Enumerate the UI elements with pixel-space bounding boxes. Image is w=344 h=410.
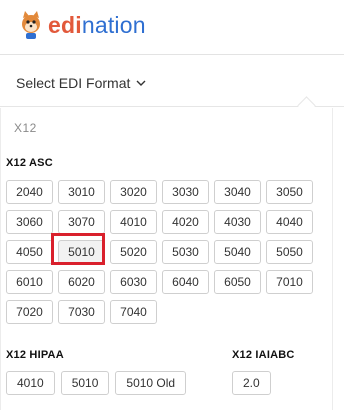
- group-title-x12-asc: X12 ASC: [6, 157, 53, 169]
- x12-hipaa-version-button[interactable]: 4010: [6, 371, 55, 395]
- x12-asc-version-button[interactable]: 5020: [110, 240, 157, 264]
- brand-edi-text: edi: [48, 12, 82, 38]
- brand-nation-text: nation: [81, 12, 146, 38]
- select-edi-format-dropdown[interactable]: Select EDI Format: [16, 72, 146, 94]
- x12-asc-version-button[interactable]: 6010: [6, 270, 53, 294]
- x12-asc-version-button[interactable]: 7010: [266, 270, 313, 294]
- x12-asc-version-button[interactable]: 2040: [6, 180, 53, 204]
- x12-asc-version-button[interactable]: 3010: [58, 180, 105, 204]
- x12-asc-version-button[interactable]: 6030: [110, 270, 157, 294]
- x12-asc-version-button[interactable]: 6050: [214, 270, 261, 294]
- section-label-x12: X12: [14, 121, 37, 135]
- x12-hipaa-version-button[interactable]: 5010 Old: [115, 371, 187, 395]
- x12-asc-version-button[interactable]: 4050: [6, 240, 53, 264]
- panel-right-border: [332, 108, 333, 410]
- x12-asc-version-button[interactable]: 5030: [162, 240, 209, 264]
- x12-asc-version-button[interactable]: 3050: [266, 180, 313, 204]
- group-title-x12-hipaa: X12 HIPAA: [6, 349, 64, 361]
- app-header: edination: [0, 0, 344, 55]
- x12-asc-version-button[interactable]: 4020: [162, 210, 209, 234]
- fox-mascot-icon: [22, 11, 40, 39]
- x12-asc-version-button[interactable]: 3070: [58, 210, 105, 234]
- x12-asc-version-button[interactable]: 5050: [266, 240, 313, 264]
- select-edi-format-label: Select EDI Format: [16, 75, 131, 91]
- x12-asc-version-button[interactable]: 6040: [162, 270, 209, 294]
- x12-iaiabc-version-button[interactable]: 2.0: [232, 371, 271, 395]
- x12-asc-version-button[interactable]: 4040: [266, 210, 313, 234]
- x12-asc-version-button[interactable]: 7030: [58, 300, 105, 324]
- dropdown-pointer: [297, 96, 316, 115]
- x12-asc-version-button[interactable]: 7020: [6, 300, 53, 324]
- x12-hipaa-version-button[interactable]: 5010: [60, 371, 110, 395]
- x12-asc-version-button[interactable]: 3020: [110, 180, 157, 204]
- x12-asc-version-button[interactable]: 5010: [58, 240, 105, 264]
- x12-iaiabc-version-row: 2.0: [232, 371, 271, 395]
- x12-asc-version-button[interactable]: 3040: [214, 180, 261, 204]
- chevron-down-icon: [136, 80, 146, 86]
- x12-hipaa-version-row: 4010 5010 5010 Old: [6, 371, 187, 395]
- x12-asc-version-button[interactable]: 4030: [214, 210, 261, 234]
- dropdown-divider: [0, 106, 344, 107]
- x12-asc-version-button[interactable]: 4010: [110, 210, 157, 234]
- group-title-x12-iaiabc: X12 IAIABC: [232, 349, 295, 361]
- x12-asc-version-button[interactable]: 6020: [58, 270, 105, 294]
- x12-asc-version-button[interactable]: 7040: [110, 300, 157, 324]
- panel-left-border: [0, 108, 1, 410]
- brand-logo[interactable]: edination: [48, 10, 146, 40]
- x12-asc-version-button[interactable]: 3060: [6, 210, 53, 234]
- x12-asc-version-button[interactable]: 3030: [162, 180, 209, 204]
- x12-asc-version-grid: 2040 3010 3020 3030 3040 3050 3060 3070 4010 4020…: [6, 180, 313, 324]
- x12-asc-version-button[interactable]: 5040: [214, 240, 261, 264]
